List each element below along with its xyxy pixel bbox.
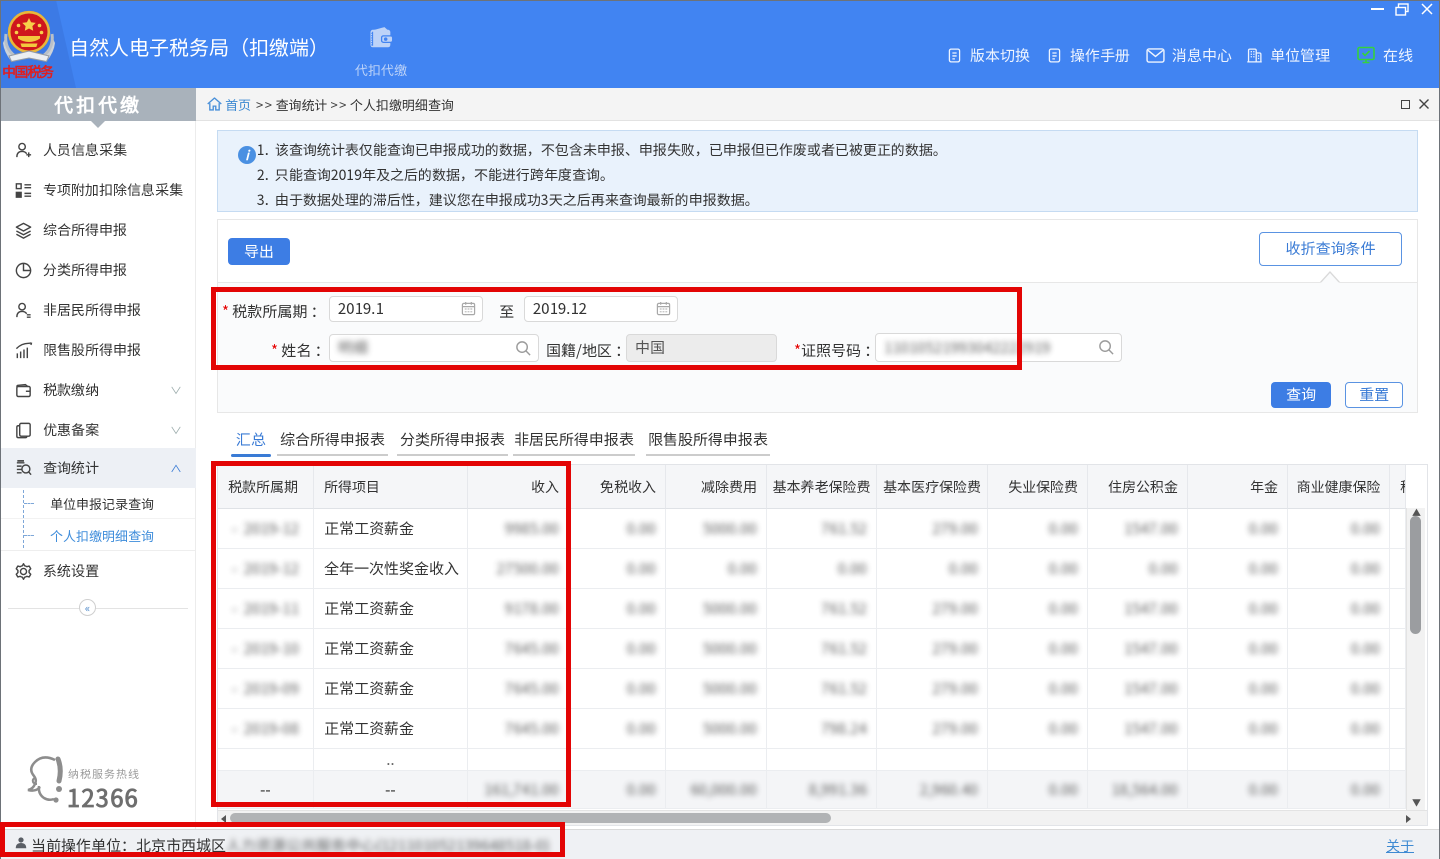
svg-text:中国税务: 中国税务 <box>2 62 55 82</box>
